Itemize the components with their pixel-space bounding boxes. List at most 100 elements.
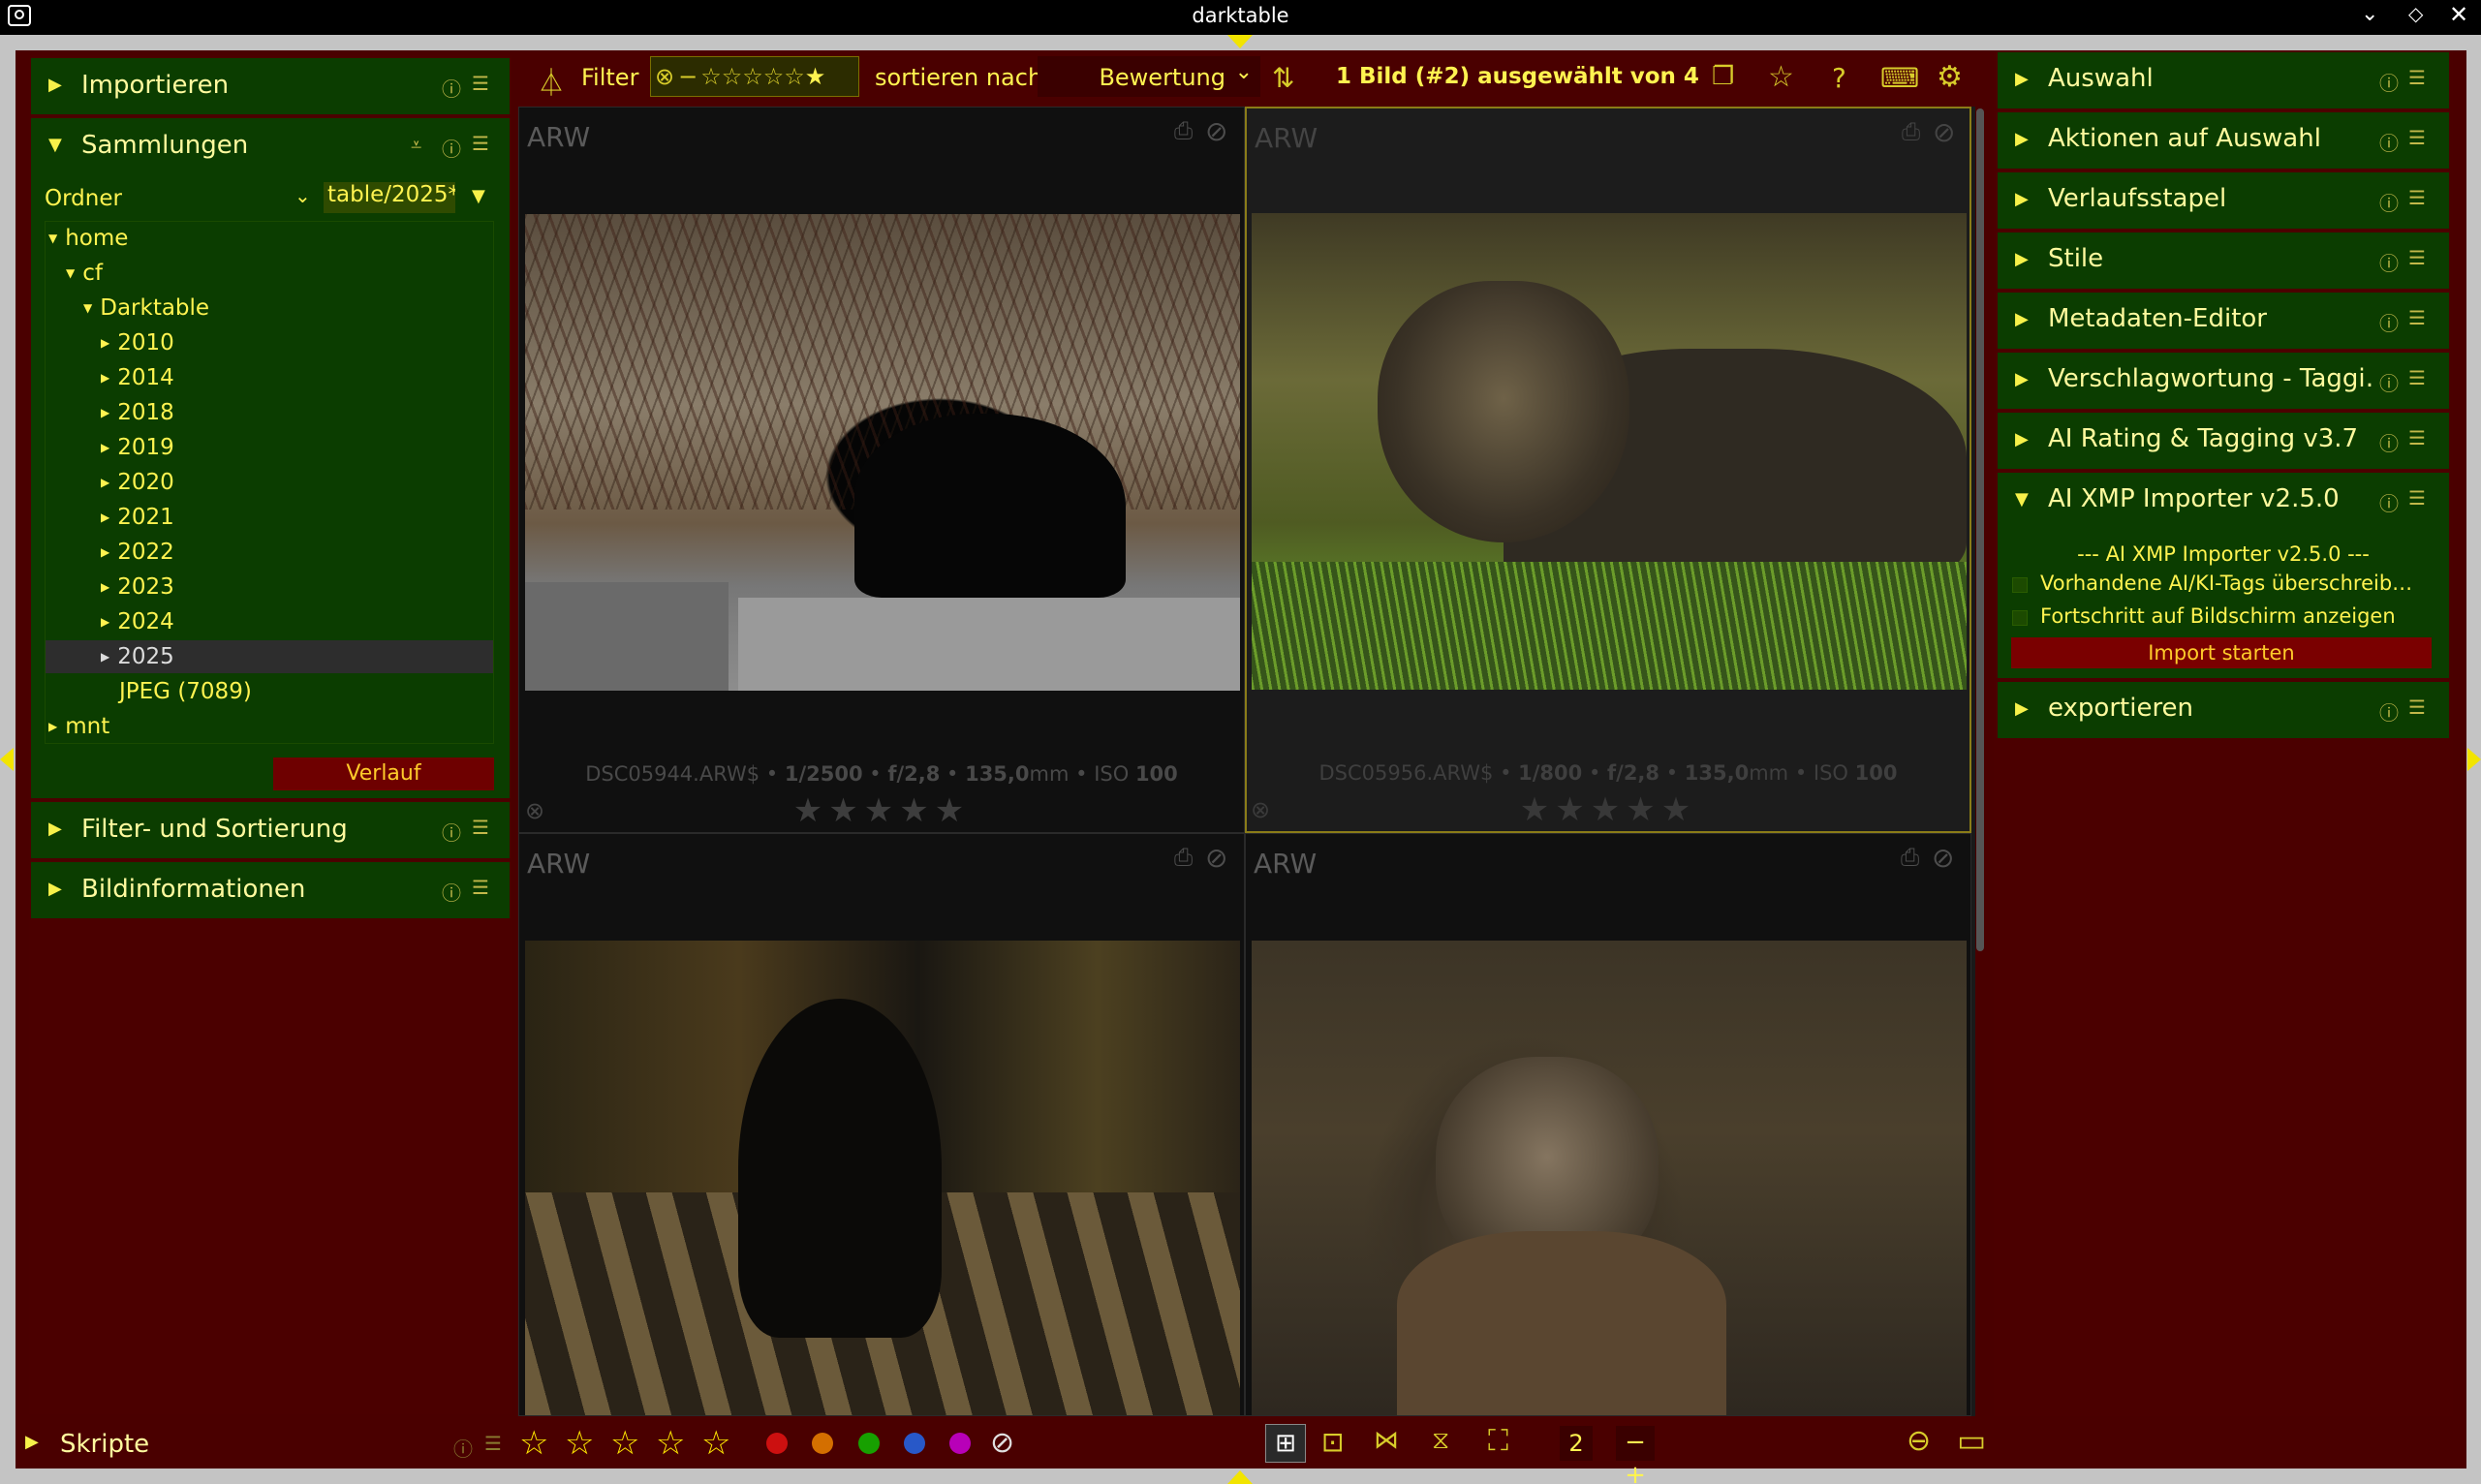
star-3-icon[interactable]: ☆ [610,1424,639,1463]
reset-icon[interactable]: ⓘ [2379,697,2399,726]
overwrite-label[interactable]: Vorhandene AI/KI-Tags überschreib… [2040,572,2439,595]
presets-icon[interactable]: ☰ [472,132,489,155]
presets-icon[interactable]: ☰ [2408,126,2426,149]
module-auswahl[interactable]: ▶ Auswahl ⓘ ☰ [1998,52,2449,108]
reset-icon[interactable]: ⓘ [2379,428,2399,456]
zoom-stepper[interactable]: −+ [1616,1426,1655,1484]
presets-icon[interactable]: ☰ [2408,186,2426,209]
reset-icon[interactable]: ⓘ [2379,68,2399,96]
presets-icon[interactable]: ☰ [2408,366,2426,389]
maximize-icon[interactable]: ◇ [2408,2,2423,25]
reset-icon[interactable]: ⓘ [442,74,461,102]
reset-icon[interactable]: ⓘ [442,878,461,906]
module-stile[interactable]: ▶ Stile ⓘ ☰ [1998,232,2449,289]
filemanager-layout-icon[interactable]: ⊞ [1265,1424,1306,1463]
reset-icon[interactable]: ⓘ [2379,488,2399,516]
culling-dynamic-icon[interactable]: ⧖ [1432,1426,1449,1456]
presets-icon[interactable]: ☰ [2408,486,2426,510]
star-1-icon[interactable]: ☆ [519,1424,548,1463]
sort-order-icon[interactable]: ⇅ [1272,62,1294,94]
presets-icon[interactable]: ☰ [472,72,489,95]
module-filter-sort[interactable]: ▶ Filter- und Sortierung ⓘ ☰ [31,802,510,858]
reset-icon[interactable]: ⓘ [2379,308,2399,336]
altered-icon[interactable]: ⎙ [1902,118,1920,145]
tree-item-mnt[interactable]: ▶ mnt [48,714,109,739]
overwrite-checkbox[interactable] [2012,577,2028,593]
reset-icon[interactable]: ⓘ [453,1434,473,1462]
presets-icon[interactable]: ☰ [484,1432,502,1455]
progress-label[interactable]: Fortschritt auf Bildschirm anzeigen [2040,604,2396,628]
reset-icon[interactable]: ⓘ [2379,248,2399,276]
module-verschlagwortung[interactable]: ▶ Verschlagwortung - Taggi… ⓘ ☰ [1998,353,2449,409]
tree-item-2021[interactable]: ▶ 2021 [101,505,174,530]
rejected-icon[interactable]: ⊗ [655,63,674,90]
culling-fixed-icon[interactable]: ⋈ [1374,1426,1399,1455]
presets-icon[interactable]: ☰ [2408,66,2426,89]
color-label-purple-icon[interactable] [949,1433,971,1454]
presets-icon[interactable]: ☰ [2408,246,2426,269]
tree-item-home[interactable]: ▼ home [48,226,128,251]
grid-scrollbar[interactable] [1976,108,1984,951]
group-icon[interactable]: ⊘ [1932,842,1954,874]
star-filter-icon[interactable]: ☆☆☆☆☆ [700,63,805,90]
chevron-down-icon[interactable]: ⌄ [295,184,311,207]
reset-icon[interactable]: ⓘ [2379,188,2399,216]
top-panel-toggle-icon[interactable] [1227,35,1253,48]
color-label-red-icon[interactable] [766,1433,788,1454]
presets-icon[interactable]: ☰ [2408,426,2426,449]
tree-item-2019[interactable]: ▶ 2019 [101,435,174,460]
tree-item-2024[interactable]: ▶ 2024 [101,609,174,634]
tree-item-2010[interactable]: ▶ 2010 [101,330,174,356]
module-image-info[interactable]: ▶ Bildinformationen ⓘ ☰ [31,862,510,918]
module-metadaten[interactable]: ▶ Metadaten-Editor ⓘ ☰ [1998,293,2449,349]
preview-icon[interactable]: ⛶ [1488,1424,1508,1458]
minimize-icon[interactable]: ⌄ [2361,2,2378,26]
group-icon[interactable]: ⊘ [1933,116,1955,148]
star-5-icon[interactable]: ☆ [701,1424,730,1463]
altered-icon[interactable]: ⎙ [1901,844,1919,871]
reset-icon[interactable]: ⓘ [2379,128,2399,156]
presets-icon[interactable]: ☰ [2408,696,2426,719]
reset-icon[interactable]: ⓘ [442,134,461,162]
collapse-arrow-icon[interactable]: ▼ [2015,489,2029,510]
tree-item-2022[interactable]: ▶ 2022 [101,540,174,565]
module-import[interactable]: ▶ Importieren ⓘ ☰ [31,58,510,114]
close-icon[interactable]: ✕ [2449,1,2468,28]
thumbnail-1[interactable]: ARW ⎙ ⊘ DSC05944.ARW$ • 1/2500 • f/2,8 •… [518,107,1245,833]
scripts-label[interactable]: Skripte [60,1430,149,1459]
presets-icon[interactable]: ☰ [472,876,489,899]
tree-item-darktable[interactable]: ▼ Darktable [83,295,209,321]
clear-color-labels-icon[interactable]: ⊘ [990,1426,1014,1460]
scripts-expand-icon[interactable]: ▶ [25,1432,39,1452]
import-start-button[interactable]: Import starten [2011,637,2432,668]
star-2-icon[interactable]: ☆ [565,1424,594,1463]
collapse-arrow-icon[interactable]: ▼ [48,135,62,155]
tree-item-jpeg[interactable]: JPEG (7089) [119,679,252,704]
color-label-green-icon[interactable] [858,1433,880,1454]
thumbnail-3[interactable]: ARW ⎙ ⊘ [518,833,1245,1416]
color-label-orange-icon[interactable] [812,1433,833,1454]
overlays-star-icon[interactable]: ☆ [1768,60,1794,94]
star-filled-icon[interactable]: ★ [805,63,826,90]
rule-menu-icon[interactable]: ▼ [472,186,485,206]
display-profile-icon[interactable]: ▭ [1957,1422,1986,1459]
thumbnail-2[interactable]: ARW ⎙ ⊘ DSC05956.ARW$ • 1/800 • f/2,8 • … [1245,107,1971,833]
star-rating[interactable]: ★★★★★ [1247,790,1969,829]
collection-rule-input[interactable]: table/2025* [324,182,455,213]
bottom-panel-toggle-icon[interactable] [1227,1470,1253,1484]
rating-filter[interactable]: ⊗ − ☆☆☆☆☆★ [650,56,859,97]
help-icon[interactable]: ? [1832,62,1846,94]
module-aktionen[interactable]: ▶ Aktionen auf Auswahl ⓘ ☰ [1998,112,2449,169]
progress-checkbox[interactable] [2012,610,2028,626]
star-rating[interactable]: ★★★★★ [519,791,1244,830]
tree-item-2014[interactable]: ▶ 2014 [101,365,174,390]
module-verlaufsstapel[interactable]: ▶ Verlaufsstapel ⓘ ☰ [1998,172,2449,229]
group-icon[interactable]: ⊘ [1205,115,1227,147]
sort-icon[interactable]: ⩡ [411,133,421,156]
keyboard-shortcuts-icon[interactable]: ⌨ [1880,62,1919,94]
zoomable-layout-icon[interactable]: ⊡ [1321,1426,1344,1458]
star-4-icon[interactable]: ☆ [656,1424,685,1463]
module-exportieren[interactable]: ▶ exportieren ⓘ ☰ [1998,682,2449,738]
tree-item-2018[interactable]: ▶ 2018 [101,400,174,425]
tree-item-2025[interactable]: ▶ 2025 [101,644,174,669]
